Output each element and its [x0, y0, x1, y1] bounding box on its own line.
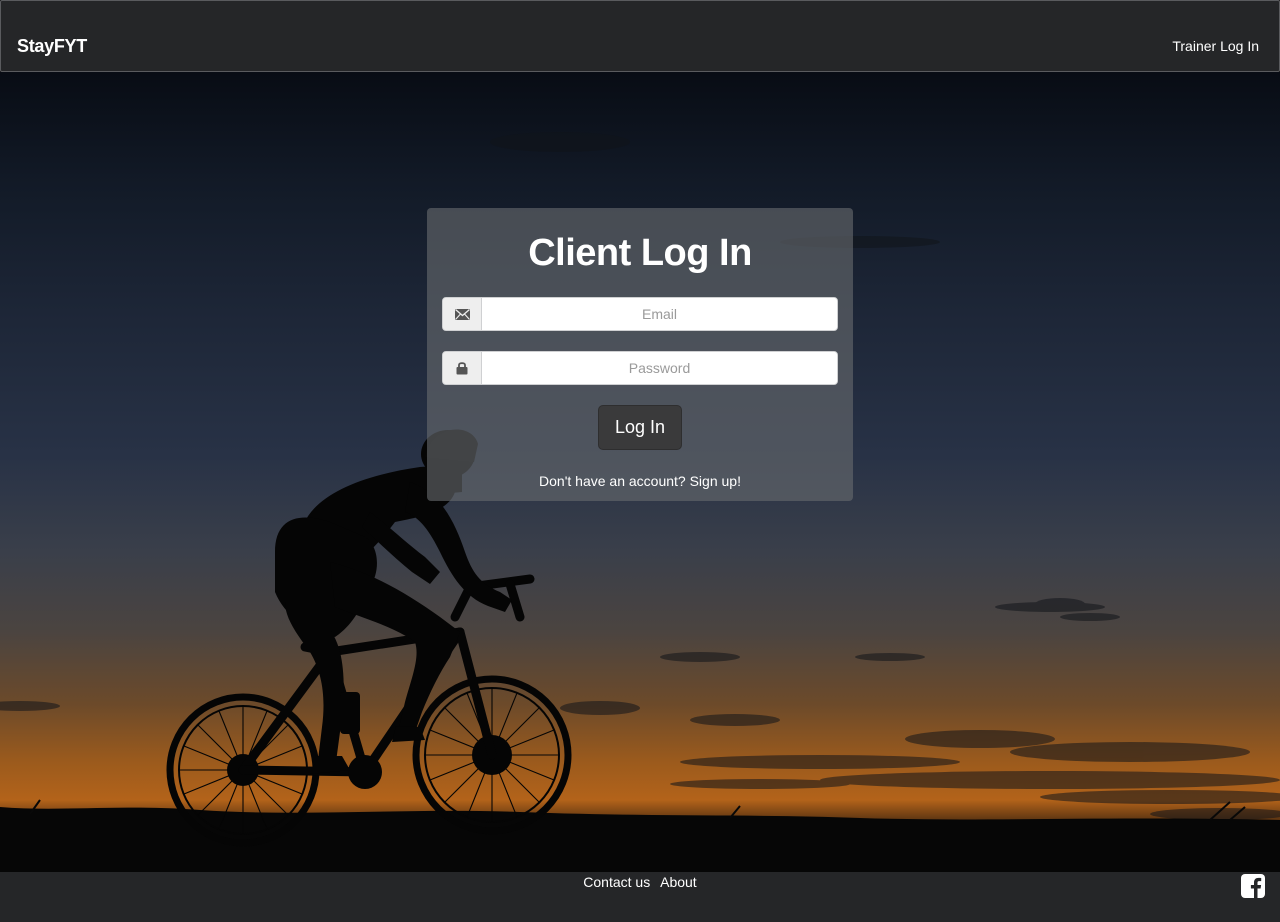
trainer-login-link[interactable]: Trainer Log In: [1172, 38, 1259, 54]
password-input[interactable]: [482, 352, 837, 384]
password-input-group: [442, 351, 838, 385]
footer-links: Contact us About: [0, 874, 1280, 890]
footer: Contact us About: [0, 872, 1280, 922]
contact-us-link[interactable]: Contact us: [583, 874, 650, 890]
login-button[interactable]: Log In: [598, 405, 682, 450]
facebook-icon[interactable]: [1241, 874, 1265, 898]
login-card: Client Log In Log In Don't have an accou…: [427, 208, 853, 501]
login-title: Client Log In: [528, 232, 752, 274]
email-input[interactable]: [482, 298, 837, 330]
envelope-icon: [443, 298, 482, 330]
navbar: StayFYT Trainer Log In: [0, 0, 1280, 72]
about-link[interactable]: About: [660, 874, 697, 890]
email-input-group: [442, 297, 838, 331]
brand-logo[interactable]: StayFYT: [17, 36, 87, 57]
lock-icon: [443, 352, 482, 384]
signup-link[interactable]: Don't have an account? Sign up!: [427, 473, 853, 489]
